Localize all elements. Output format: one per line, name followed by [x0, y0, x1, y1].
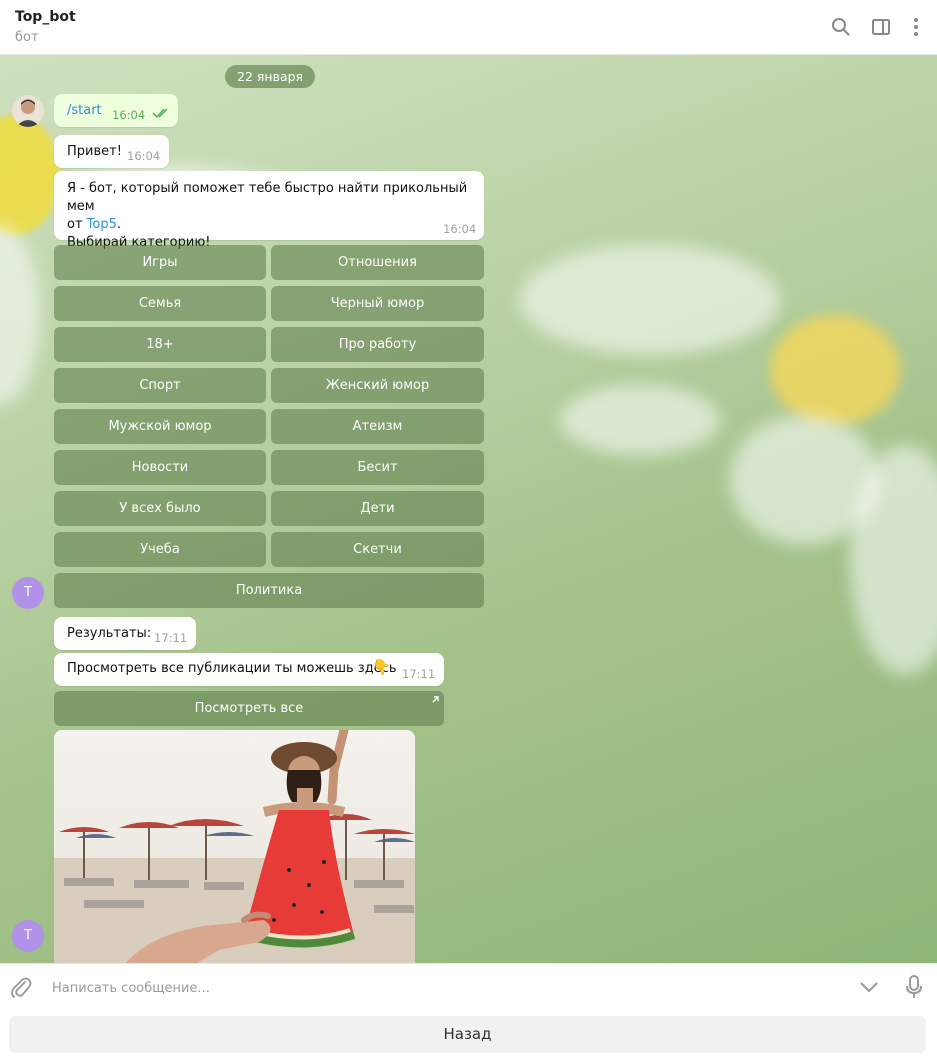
keyboard-button-atheism[interactable]: Атеизм: [271, 409, 484, 444]
message-text: Просмотреть все публикации ты можешь зде…: [67, 661, 397, 676]
bottom-keyboard: Назад: [0, 1010, 937, 1058]
start-command-link[interactable]: /start: [67, 103, 102, 118]
external-link-arrow-icon: [432, 696, 439, 703]
keyboard-button-study[interactable]: Учеба: [54, 532, 266, 567]
keyboard-button-kids[interactable]: Дети: [271, 491, 484, 526]
back-button[interactable]: Назад: [9, 1016, 926, 1053]
microphone-icon[interactable]: [904, 975, 924, 1003]
keyboard-button-politics[interactable]: Политика: [54, 573, 484, 608]
more-vertical-icon[interactable]: [905, 16, 927, 38]
message-text: Результаты:: [67, 626, 152, 641]
search-icon[interactable]: [830, 16, 852, 38]
chat-subtitle: бот: [15, 30, 39, 45]
message-text: Я - бот, который поможет тебе быстро най…: [67, 181, 468, 250]
bot-avatar[interactable]: T: [12, 920, 44, 952]
keyboard-button-male-humor[interactable]: Мужской юмор: [54, 409, 266, 444]
message-composer: [0, 963, 937, 1011]
message-view-all: Просмотреть все публикации ты можешь зде…: [54, 653, 444, 686]
paperclip-icon[interactable]: [10, 976, 32, 1004]
keyboard-button-black-humor[interactable]: Черный юмор: [271, 286, 484, 321]
message-input[interactable]: [50, 974, 834, 1002]
keyboard-button-sketches[interactable]: Скетчи: [271, 532, 484, 567]
message-start[interactable]: /start 16:04: [54, 94, 178, 127]
message-text: Привет!: [67, 144, 122, 159]
keyboard-button-sport[interactable]: Спорт: [54, 368, 266, 403]
user-avatar[interactable]: [12, 95, 44, 127]
message-time: 16:04: [127, 149, 161, 163]
pointing-down-emoji: 👇: [372, 658, 391, 676]
inline-button-view-all[interactable]: Посмотреть все: [54, 691, 444, 726]
photo-message[interactable]: [54, 730, 415, 963]
keyboard-button-games[interactable]: Игры: [54, 245, 266, 280]
keyboard-button-family[interactable]: Семья: [54, 286, 266, 321]
double-check-icon: [152, 108, 168, 119]
keyboard-button-work[interactable]: Про работу: [271, 327, 484, 362]
keyboard-button-news[interactable]: Новости: [54, 450, 266, 485]
keyboard-button-annoying[interactable]: Бесит: [271, 450, 484, 485]
message-results: Результаты: 17:11: [54, 617, 196, 650]
message-time: 17:11: [154, 631, 188, 645]
bot-avatar[interactable]: T: [12, 577, 44, 609]
chevron-down-icon[interactable]: [858, 978, 880, 1000]
message-time: 16:04: [443, 222, 477, 236]
chat-header: Top_bot бот: [0, 0, 937, 55]
message-time: 16:04: [112, 108, 146, 122]
sidebar-toggle-icon[interactable]: [870, 16, 892, 38]
message-intro: Я - бот, который поможет тебе быстро най…: [54, 171, 484, 250]
keyboard-button-everyone-had[interactable]: У всех было: [54, 491, 266, 526]
chat-title[interactable]: Top_bot: [15, 9, 76, 25]
watermelon-dress-photo: [54, 730, 415, 963]
message-time: 17:11: [402, 667, 436, 681]
top5-link[interactable]: Top5: [87, 217, 117, 232]
chat-area[interactable]: 22 января /start 16:04 Привет! 16:04 Я -…: [0, 55, 937, 963]
keyboard-button-relationships[interactable]: Отношения: [271, 245, 484, 280]
message-hello: Привет! 16:04: [54, 135, 169, 168]
keyboard-button-female-humor[interactable]: Женский юмор: [271, 368, 484, 403]
date-separator: 22 января: [225, 65, 316, 88]
keyboard-button-18plus[interactable]: 18+: [54, 327, 266, 362]
